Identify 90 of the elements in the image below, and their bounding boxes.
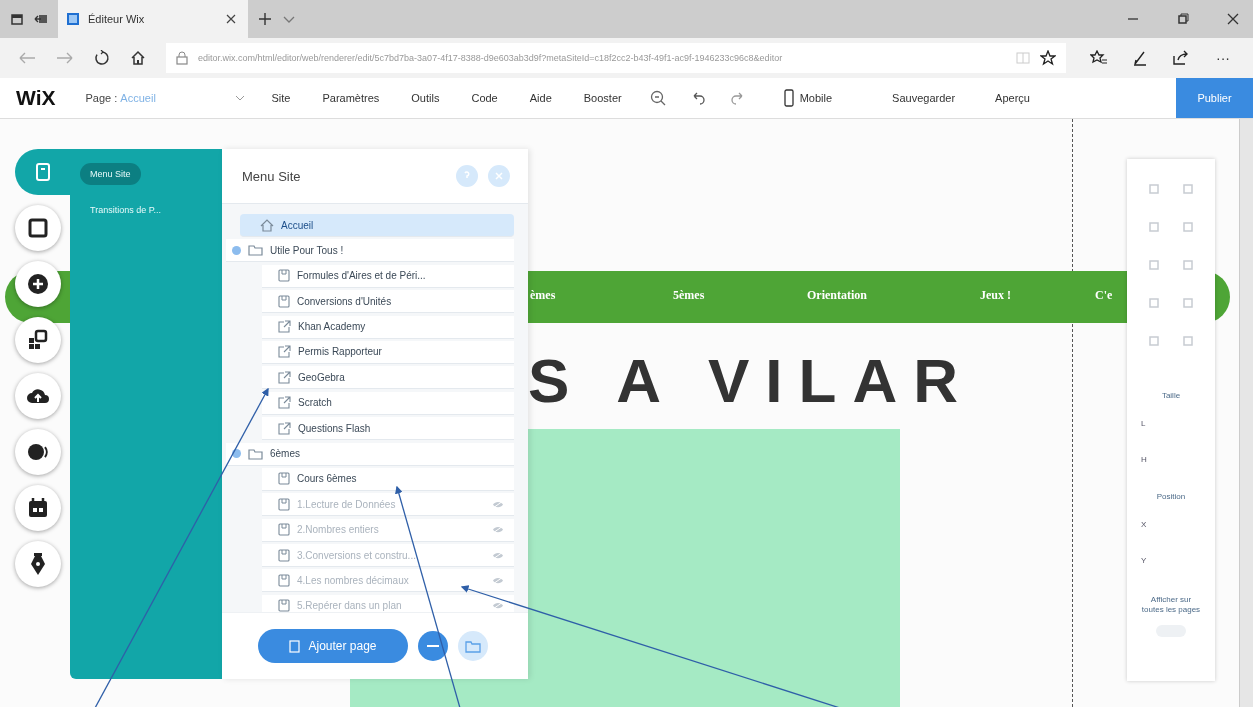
page-item[interactable]: Khan Academy	[262, 315, 514, 339]
hidden-eye-icon	[492, 575, 504, 585]
size-label: Taille	[1161, 391, 1181, 400]
folder-icon	[465, 639, 481, 653]
menu-item[interactable]: Booster	[583, 92, 622, 104]
mobile-button[interactable]: Mobile	[777, 88, 839, 108]
menu-item[interactable]: Code	[471, 92, 498, 104]
page-icon	[278, 573, 290, 587]
menu-item[interactable]: Site	[271, 92, 291, 104]
page-icon	[278, 497, 290, 511]
pages-tool[interactable]	[15, 149, 70, 195]
hidden-eye-icon	[492, 601, 504, 611]
zoom-icon[interactable]	[649, 90, 666, 106]
external-link-icon	[278, 396, 291, 410]
tab-back-icon[interactable]	[34, 12, 48, 26]
wix-logo: WiX	[16, 86, 56, 110]
share-icon[interactable]	[1172, 50, 1190, 66]
external-link-icon	[278, 370, 291, 384]
restore-icon[interactable]	[1177, 13, 1189, 25]
position-label: Position	[1156, 492, 1186, 501]
page-icon	[289, 639, 301, 653]
external-link-icon	[278, 345, 291, 359]
publish-button[interactable]: Publier	[1176, 78, 1253, 118]
page-item[interactable]: Cours 6èmes	[262, 467, 514, 491]
page-icon	[278, 599, 290, 612]
menu-item[interactable]: Aide	[529, 92, 552, 104]
page-item[interactable]: Scratch	[262, 391, 514, 415]
page-selector[interactable]: Page : Accueil	[85, 92, 256, 104]
new-tab-icon[interactable]	[258, 12, 272, 26]
close-icon[interactable]	[226, 14, 236, 24]
folder-icon	[248, 244, 263, 257]
refresh-icon[interactable]	[94, 50, 110, 66]
add-page-button[interactable]: Ajouter page	[258, 629, 408, 663]
browser-tab[interactable]: Éditeur Wix	[58, 0, 248, 38]
page-item[interactable]: Accueil	[240, 214, 514, 237]
page-icon	[278, 294, 290, 308]
tabs-aside-icon[interactable]	[10, 12, 24, 26]
page-item[interactable]: Questions Flash	[262, 417, 514, 441]
preview-button[interactable]: Aperçu	[995, 92, 1030, 104]
position-field[interactable]: Y	[1141, 549, 1201, 571]
hidden-eye-icon	[492, 525, 504, 535]
show-on-all-pages-label: Afficher sur toutes les pages	[1141, 595, 1201, 615]
chat-icon	[26, 442, 50, 462]
folder-icon	[248, 447, 263, 460]
page-icon	[278, 523, 290, 537]
calendar-icon	[27, 497, 49, 519]
page-icon	[278, 548, 290, 562]
folder-toggle-icon[interactable]	[232, 449, 241, 458]
home-icon[interactable]	[130, 50, 146, 66]
page-item[interactable]: Permis Rapporteur	[262, 340, 514, 364]
page-item[interactable]: Conversions d'Unités	[262, 290, 514, 314]
menu-item[interactable]: Outils	[411, 92, 440, 104]
side-panel-tab[interactable]: Menu Site	[80, 163, 141, 185]
pen-nib-icon	[29, 552, 47, 576]
tab-title: Éditeur Wix	[88, 13, 146, 25]
close-icon[interactable]	[1227, 13, 1239, 25]
page-icon	[278, 472, 290, 486]
page-icon	[34, 163, 51, 181]
caret-icon	[235, 95, 246, 101]
cloud-upload-icon	[26, 386, 50, 406]
hidden-eye-icon	[492, 499, 504, 509]
plus-icon	[27, 273, 49, 295]
star-icon[interactable]	[1040, 50, 1056, 66]
apps-icon	[27, 329, 49, 351]
lock-icon	[176, 51, 188, 65]
add-link-button[interactable]	[418, 631, 448, 661]
position-field[interactable]: X	[1141, 513, 1201, 535]
folder-toggle-icon[interactable]	[232, 245, 241, 255]
site-title: S A VILAR	[528, 345, 974, 416]
more-button[interactable]: ···	[1210, 50, 1236, 66]
menu-item[interactable]: Paramètres	[322, 92, 380, 104]
external-link-icon	[278, 421, 291, 435]
wix-favicon-icon	[66, 12, 80, 26]
phone-icon	[783, 89, 794, 107]
scrollbar[interactable]	[1239, 119, 1253, 707]
panel-title: Menu Site	[242, 168, 302, 184]
favorites-icon[interactable]	[1090, 50, 1108, 66]
home-icon	[260, 218, 274, 232]
page-item[interactable]: 6èmes	[226, 442, 514, 466]
page-item[interactable]: GeoGebra	[262, 366, 514, 390]
save-button[interactable]: Sauvegarder	[892, 92, 956, 104]
size-field[interactable]: L	[1141, 412, 1201, 434]
pen-icon[interactable]	[1132, 50, 1148, 66]
page-item[interactable]: Utile Pour Tous !	[226, 239, 514, 263]
external-link-icon	[278, 320, 291, 334]
size-field[interactable]: H	[1141, 448, 1201, 470]
page-item[interactable]: Formules d'Aires et de Péri...	[262, 264, 514, 288]
hidden-eye-icon	[492, 550, 504, 560]
square-icon	[28, 218, 48, 238]
page-icon	[278, 269, 290, 283]
